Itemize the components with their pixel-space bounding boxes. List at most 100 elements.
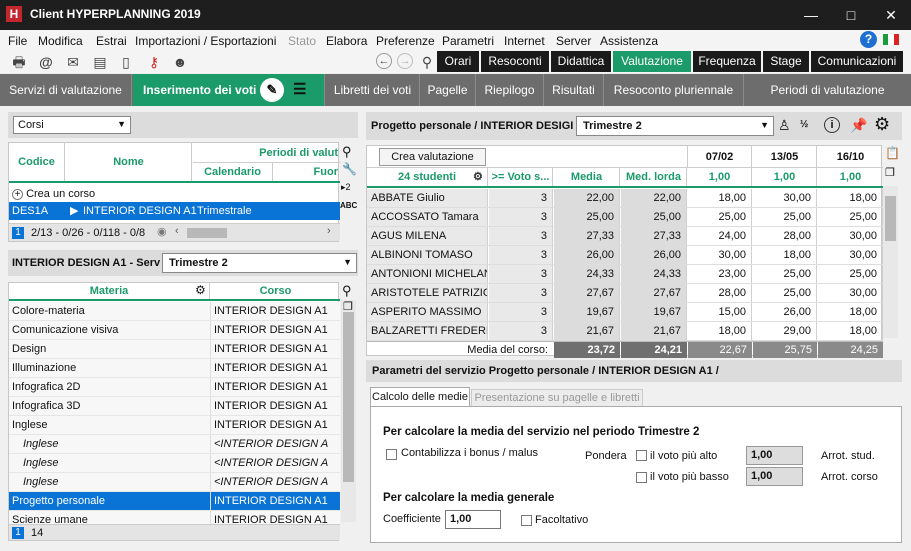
grade-2[interactable]: 26,00 [753,303,817,321]
grade-1[interactable]: 18,00 [688,322,752,340]
copy-icon[interactable]: ❐ [343,300,353,313]
tab-frequenza[interactable]: Frequenza [693,51,761,72]
col-media[interactable]: Media [554,168,620,186]
tab-comunicazioni[interactable]: Comunicazioni [811,51,903,72]
student-row[interactable]: ALBINONI TOMASO 3 26,00 26,00 30,00 18,00 30,0… [367,246,883,265]
tab-presentazione[interactable]: Presentazione su pagelle e libretti [471,389,643,407]
mail-icon[interactable]: ✉ [64,53,82,71]
subtab-servizi[interactable]: Servizi di valutazione [0,74,132,106]
help-icon[interactable]: ? [860,31,877,48]
services-scrollbar-thumb[interactable] [343,312,354,482]
maximize-button[interactable]: □ [831,0,871,30]
tab-calcolo-medie[interactable]: Calcolo delle medie [370,387,470,407]
bonus-checkbox[interactable] [386,449,397,460]
tab-valutazione[interactable]: Valutazione [613,51,691,72]
courses-select[interactable]: Corsi ▼ [13,116,131,134]
grades-period-select[interactable]: Trimestre 2 ▼ [576,116,774,136]
grades-scrollbar[interactable] [883,186,898,338]
grade-3[interactable]: 30,00 [818,227,883,245]
grade-1[interactable]: 28,00 [688,284,752,302]
service-row[interactable]: Inglese <INTERIOR DESIGN A [9,454,340,473]
subtab-libretti[interactable]: Libretti dei voti [326,74,420,106]
key-icon[interactable]: ⚷ [145,53,163,71]
menu-file[interactable]: File [8,34,27,48]
date-col-1[interactable]: 07/02 [688,146,752,168]
coeff-col-2[interactable]: 1,00 [753,168,817,186]
menu-stato[interactable]: Stato [288,34,316,48]
pin-icon[interactable]: 📌 [850,117,867,134]
copy-icon[interactable]: ❐ [885,166,895,179]
subtab-periodi[interactable]: Periodi di valutazione [744,74,911,106]
scroll-left-icon[interactable]: ‹ [175,225,179,237]
phone-icon[interactable]: ▯ [117,53,135,71]
student-row[interactable]: ACCOSSATO Tamara 3 25,00 25,00 25,00 25,00 25,… [367,208,883,227]
grade-3[interactable]: 25,00 [818,265,883,283]
service-row[interactable]: Inglese <INTERIOR DESIGN A [9,435,340,454]
student-row[interactable]: BALZARETTI FREDERIC 3 21,67 21,67 18,00 29,00… [367,322,883,341]
subtab-riepilogo[interactable]: Riepilogo [476,74,544,106]
grade-2[interactable]: 25,00 [753,265,817,283]
users-icon[interactable]: ☻ [171,53,189,71]
eye-icon[interactable]: ◉ [157,225,167,238]
subtab-risultati[interactable]: Risultati [544,74,604,106]
search-icon[interactable]: ⚲ [418,53,436,71]
grade-1[interactable]: 23,00 [688,265,752,283]
wrench-icon[interactable]: 🔧 [342,162,357,176]
col-materia[interactable]: Materia [9,283,210,299]
forward-icon[interactable]: → [397,53,413,69]
col-studenti[interactable]: 24 studenti ⚙ [367,168,488,186]
menu-assistenza[interactable]: Assistenza [600,34,658,48]
date-col-2[interactable]: 13/05 [753,146,817,168]
grade-3[interactable]: 18,00 [818,303,883,321]
document-icon[interactable]: ▤ [91,53,109,71]
services-period-select[interactable]: Trimestre 2 ▼ [162,253,357,273]
page-indicator[interactable]: 1 [12,227,24,239]
service-row[interactable]: Scienze umane INTERIOR DESIGN A1 [9,511,340,524]
grade-2[interactable]: 28,00 [753,227,817,245]
student-row[interactable]: AGUS MILENA 3 27,33 27,33 24,00 28,00 30,00 [367,227,883,246]
menu-parametri[interactable]: Parametri [442,34,494,48]
subtab-inserimento[interactable]: Inserimento dei voti ✎ ☰ [133,74,325,106]
student-row[interactable]: ASPERITO MASSIMO 3 19,67 19,67 15,00 26,00 18,… [367,303,883,322]
col-calendario[interactable]: Calendario [193,163,273,181]
list-view-icon[interactable]: ☰ [293,74,306,106]
settings-gear-icon[interactable]: ⚙ [473,168,483,186]
col-codice[interactable]: Codice [9,143,65,181]
menu-internet[interactable]: Internet [504,34,545,48]
service-row[interactable]: Colore-materia INTERIOR DESIGN A1 [9,302,340,321]
facoltativo-checkbox[interactable] [521,515,532,526]
course-row[interactable]: DES1A ▶ INTERIOR DESIGN A1 Trimestrale [9,202,340,220]
search-icon[interactable]: ⚲ [342,283,352,299]
grades-scrollbar-thumb[interactable] [885,196,896,241]
print-icon[interactable]: 🖶 [10,53,28,71]
grade-2[interactable]: 25,00 [753,284,817,302]
expand-arrow-icon[interactable]: ▶ [70,202,78,220]
service-row[interactable]: Infografica 3D INTERIOR DESIGN A1 [9,397,340,416]
grade-1[interactable]: 30,00 [688,246,752,264]
coeff-col-3[interactable]: 1,00 [818,168,883,186]
service-row[interactable]: Infografica 2D INTERIOR DESIGN A1 [9,378,340,397]
person-icon[interactable]: ♙ [778,117,791,134]
col-med-lorda[interactable]: Med. lorda [621,168,687,186]
menu-elabora[interactable]: Elabora [326,34,367,48]
menu-preferenze[interactable]: Preferenze [376,34,435,48]
basso-input[interactable]: 1,00 [746,467,803,486]
menu-modifica[interactable]: Modifica [38,34,83,48]
grade-1[interactable]: 25,00 [688,208,752,226]
sort-icon[interactable]: ▸2 [341,182,351,193]
grade-2[interactable]: 30,00 [753,189,817,207]
info-icon[interactable]: i [824,117,840,133]
col-periodi[interactable]: Periodi di valut [193,143,340,163]
coeff-col-1[interactable]: 1,00 [688,168,752,186]
student-row[interactable]: ABBATE Giulio 3 22,00 22,00 18,00 30,00 18,00 [367,189,883,208]
grade-2[interactable]: 18,00 [753,246,817,264]
col-nome[interactable]: Nome [66,143,192,181]
grade-2[interactable]: 25,00 [753,208,817,226]
service-row[interactable]: Design INTERIOR DESIGN A1 [9,340,340,359]
grade-2[interactable]: 29,00 [753,322,817,340]
edit-grades-icon[interactable]: ✎ [260,78,284,102]
basso-checkbox[interactable] [636,472,647,483]
date-col-3[interactable]: 16/10 [818,146,883,168]
email-icon[interactable]: @ [37,53,55,71]
settings-gear-icon[interactable]: ⚙ [874,114,890,135]
